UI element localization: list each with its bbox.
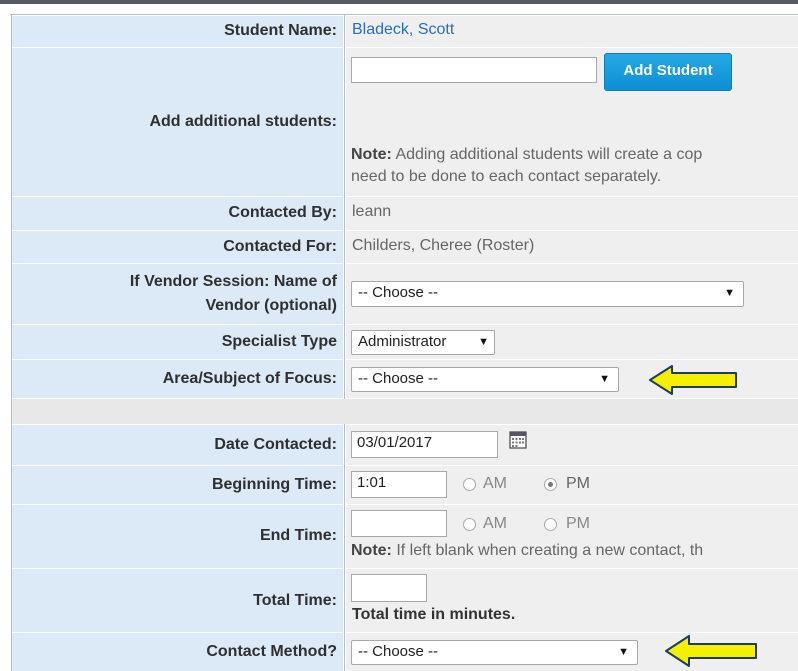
beginning-time-label: Beginning Time: [211, 476, 337, 493]
yellow-arrow-icon [649, 365, 737, 395]
section-separator [12, 399, 798, 424]
add-student-button[interactable]: Add Student [604, 53, 732, 91]
contacted-by-value: leann [352, 203, 392, 220]
value-cell: 1:01 AM PM [346, 466, 798, 504]
end-time-note: Note: If left blank when creating a new … [351, 540, 703, 561]
vendor-select[interactable]: -- Choose -- ▼ [351, 281, 744, 307]
focus-selected: -- Choose -- [358, 370, 439, 387]
column-divider [344, 14, 345, 399]
add-students-note-line2: need to be done to each contact separate… [351, 168, 662, 185]
calendar-icon[interactable] [509, 431, 527, 449]
value-cell: Administrator ▼ [346, 325, 798, 359]
begin-am-label: AM [483, 475, 507, 492]
begin-am-radio[interactable] [463, 478, 476, 491]
total-time-hint: Total time in minutes. [352, 606, 516, 623]
total-time-input[interactable] [351, 574, 427, 602]
end-time-note-text: If left blank when creating a new contac… [396, 542, 704, 559]
note-label: Note: [351, 542, 392, 559]
end-time-input[interactable] [351, 510, 447, 537]
specialist-type-select[interactable]: Administrator ▼ [351, 330, 495, 355]
end-pm-label: PM [566, 515, 590, 532]
student-name-label: Student Name: [224, 22, 337, 39]
value-cell: Bladeck, Scott [346, 16, 798, 47]
focus-label: Area/Subject of Focus: [162, 370, 337, 387]
date-contacted-label: Date Contacted: [214, 436, 337, 453]
contact-form: Student Name: Bladeck, Scott Add additio… [0, 0, 798, 671]
beginning-time-input[interactable]: 1:01 [351, 471, 447, 498]
triangle-down-icon: ▼ [599, 373, 610, 385]
value-cell: Childers, Cheree (Roster) [346, 231, 798, 263]
triangle-down-icon: ▼ [724, 287, 735, 299]
value-cell: -- Choose -- ▼ [346, 264, 798, 324]
student-name-link[interactable]: Bladeck, Scott [352, 21, 454, 39]
end-am-label: AM [483, 515, 507, 532]
begin-pm-label: PM [566, 475, 590, 492]
specialist-selected: Administrator [358, 333, 447, 350]
label-cell: Student Name: [12, 16, 343, 47]
label-cell: Contacted By: [12, 197, 343, 230]
row-border [10, 14, 798, 15]
add-student-input[interactable] [351, 57, 597, 83]
method-selected: -- Choose -- [358, 643, 439, 660]
column-divider [344, 424, 345, 671]
note-text-1: Adding additional students will create a… [395, 146, 703, 163]
value-cell: AM PM Note: If left blank when creating … [346, 505, 798, 568]
label-cell: Beginning Time: [12, 466, 343, 504]
contacted-for-value: Childers, Cheree (Roster) [352, 237, 535, 254]
label-cell: Total Time: [12, 569, 343, 632]
date-contacted-input[interactable]: 03/01/2017 [351, 431, 498, 458]
label-cell: Area/Subject of Focus: [12, 360, 343, 398]
label-cell: Add additional students: [12, 48, 343, 196]
value-cell: Total time in minutes. [346, 569, 798, 632]
triangle-down-icon: ▼ [478, 336, 489, 348]
focus-select[interactable]: -- Choose -- ▼ [351, 367, 619, 392]
label-cell: End Time: [12, 505, 343, 568]
add-students-label: Add additional students: [149, 113, 337, 130]
contact-method-label: Contact Method? [206, 643, 337, 660]
label-cell: Contact Method? [12, 633, 343, 671]
total-time-label: Total Time: [253, 592, 337, 609]
triangle-down-icon: ▼ [618, 646, 629, 658]
specialist-type-label: Specialist Type [221, 333, 337, 350]
end-time-label: End Time: [259, 527, 337, 544]
value-cell: leann [346, 197, 798, 230]
end-pm-radio[interactable] [544, 518, 557, 531]
top-border [0, 0, 798, 4]
contacted-for-label: Contacted For: [223, 238, 337, 255]
begin-pm-radio[interactable] [544, 478, 557, 491]
label-cell: Date Contacted: [12, 425, 343, 465]
vendor-label-line1: If Vendor Session: Name of [129, 273, 337, 290]
contact-method-select[interactable]: -- Choose -- ▼ [351, 640, 638, 665]
table-left-border [11, 14, 12, 671]
label-cell: Specialist Type [12, 325, 343, 359]
value-cell: 03/01/2017 [346, 425, 798, 465]
yellow-arrow-icon [665, 635, 757, 667]
add-students-note: Note: Adding additional students will cr… [351, 144, 702, 165]
note-label: Note: [351, 146, 392, 163]
end-am-radio[interactable] [463, 518, 476, 531]
vendor-selected: -- Choose -- [358, 284, 439, 301]
vendor-label-line2: Vendor (optional) [205, 297, 337, 314]
label-cell: If Vendor Session: Name of Vendor (optio… [12, 264, 343, 324]
contacted-by-label: Contacted By: [228, 204, 337, 221]
label-cell: Contacted For: [12, 231, 343, 263]
value-cell: Add Student Note: Adding additional stud… [346, 48, 798, 196]
